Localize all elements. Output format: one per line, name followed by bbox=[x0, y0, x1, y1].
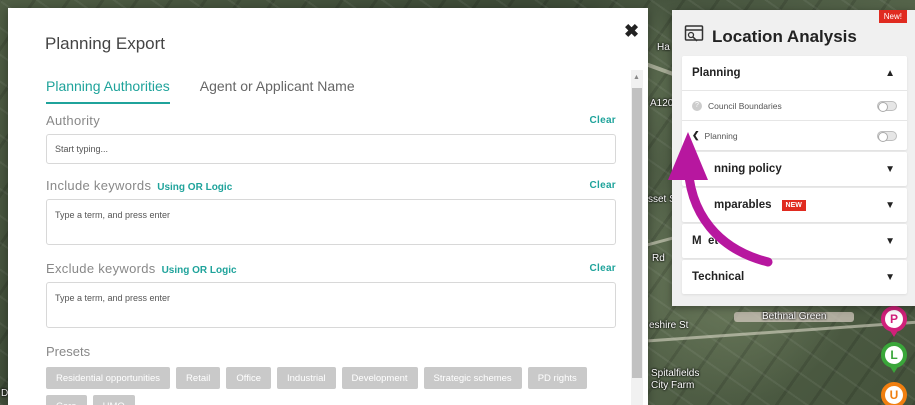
map-label: eshire St bbox=[649, 320, 689, 331]
layer-row-planning[interactable]: ❮ Planning bbox=[682, 120, 907, 150]
help-icon[interactable]: ? bbox=[692, 100, 702, 111]
map-marker-p[interactable]: P bbox=[881, 306, 907, 337]
layer-row-council-boundaries[interactable]: ? Council Boundaries bbox=[682, 90, 907, 120]
map-label: Ha bbox=[657, 42, 670, 53]
map-marker-l[interactable]: L bbox=[881, 342, 907, 373]
authority-placeholder: Start typing... bbox=[55, 144, 109, 154]
authority-input[interactable]: Start typing... bbox=[46, 134, 616, 164]
tab-agent-or-applicant-name[interactable]: Agent or Applicant Name bbox=[200, 78, 355, 104]
map-label: City Farm bbox=[651, 380, 695, 391]
exclude-clear-button[interactable]: Clear bbox=[589, 263, 616, 274]
council-boundaries-toggle[interactable] bbox=[877, 100, 897, 112]
planning-toggle[interactable] bbox=[877, 130, 897, 142]
tab-bar: Planning Authorities Agent or Applicant … bbox=[46, 78, 355, 104]
modal-scrollbar[interactable]: ▲ bbox=[631, 70, 643, 405]
authority-clear-button[interactable]: Clear bbox=[589, 115, 616, 126]
preset-chip[interactable]: HMO bbox=[92, 395, 135, 405]
preset-chip[interactable]: Industrial bbox=[276, 367, 336, 389]
section-planning: Planning ▲ ? Council Boundaries ❮ Planni… bbox=[682, 56, 907, 150]
section-label: Technical bbox=[692, 271, 745, 283]
map-label: Spitalfields bbox=[651, 368, 700, 379]
include-keywords-label: Include keywords Using OR Logic Clear bbox=[46, 178, 616, 193]
preset-chip[interactable]: Residential opportunities bbox=[46, 367, 171, 389]
map-label-station: Bethnal Green bbox=[762, 311, 827, 322]
location-analysis-panel: New! Location Analysis Planning ▲ ? Coun… bbox=[672, 10, 915, 306]
scroll-thumb[interactable] bbox=[632, 88, 642, 378]
presets-label: Presets bbox=[46, 344, 91, 359]
planning-export-modal: Planning Export ✖ Planning Authorities A… bbox=[8, 8, 648, 405]
section-comparables[interactable]: mparables NEW ▼ bbox=[682, 188, 907, 222]
exclude-keywords-input[interactable]: Type a term, and press enter bbox=[46, 282, 616, 328]
chevron-down-icon[interactable]: ▼ bbox=[885, 164, 895, 175]
section-planning-policy[interactable]: nning policy ▼ bbox=[682, 152, 907, 186]
export-form: Authority Clear Start typing... Include … bbox=[46, 113, 616, 405]
section-header-planning[interactable]: Planning ▲ bbox=[682, 56, 907, 90]
exclude-keywords-label: Exclude keywords Using OR Logic Clear bbox=[46, 261, 616, 276]
modal-title: Planning Export bbox=[45, 34, 166, 53]
preset-chip[interactable]: Office bbox=[226, 367, 271, 389]
authority-label: Authority Clear bbox=[46, 113, 616, 128]
preset-chip[interactable]: Care bbox=[46, 395, 87, 405]
preset-chip[interactable]: Retail bbox=[176, 367, 221, 389]
map-label: A120 bbox=[650, 98, 674, 109]
chevron-left-icon[interactable]: ❮ bbox=[692, 130, 700, 141]
section-technical[interactable]: Technical ▼ bbox=[682, 260, 907, 294]
close-icon[interactable]: ✖ bbox=[624, 21, 639, 42]
section-market[interactable]: M et ▼ bbox=[682, 224, 907, 258]
include-logic-label[interactable]: Using OR Logic bbox=[157, 182, 232, 193]
section-label: mparables bbox=[714, 199, 772, 211]
section-label: nning policy bbox=[714, 163, 782, 175]
chevron-up-icon[interactable]: ▲ bbox=[885, 68, 895, 79]
exclude-placeholder: Type a term, and press enter bbox=[55, 293, 171, 303]
layers-icon bbox=[684, 24, 704, 49]
chevron-down-icon[interactable]: ▼ bbox=[885, 272, 895, 283]
tab-planning-authorities[interactable]: Planning Authorities bbox=[46, 78, 170, 104]
panel-title: Location Analysis bbox=[712, 26, 857, 46]
chevron-down-icon[interactable]: ▼ bbox=[885, 236, 895, 247]
panel-header: Location Analysis bbox=[684, 24, 857, 49]
new-tag: NEW bbox=[781, 199, 806, 211]
exclude-logic-label[interactable]: Using OR Logic bbox=[162, 265, 237, 276]
map-marker-u[interactable]: U bbox=[881, 382, 907, 405]
scroll-up-icon[interactable]: ▲ bbox=[633, 74, 640, 81]
layer-label: Planning bbox=[704, 130, 738, 141]
include-placeholder: Type a term, and press enter bbox=[55, 210, 171, 220]
preset-chip[interactable]: Development bbox=[341, 367, 418, 389]
section-label: M et bbox=[692, 235, 719, 247]
preset-chip[interactable]: Strategic schemes bbox=[423, 367, 522, 389]
presets-chips: Residential opportunities Retail Office … bbox=[46, 367, 616, 405]
map-label: Rd bbox=[652, 253, 665, 264]
include-clear-button[interactable]: Clear bbox=[589, 180, 616, 191]
new-badge: New! bbox=[878, 10, 907, 23]
include-keywords-input[interactable]: Type a term, and press enter bbox=[46, 199, 616, 245]
layer-label: Council Boundaries bbox=[708, 100, 782, 111]
preset-chip[interactable]: PD rights bbox=[527, 367, 587, 389]
chevron-down-icon[interactable]: ▼ bbox=[885, 200, 895, 211]
